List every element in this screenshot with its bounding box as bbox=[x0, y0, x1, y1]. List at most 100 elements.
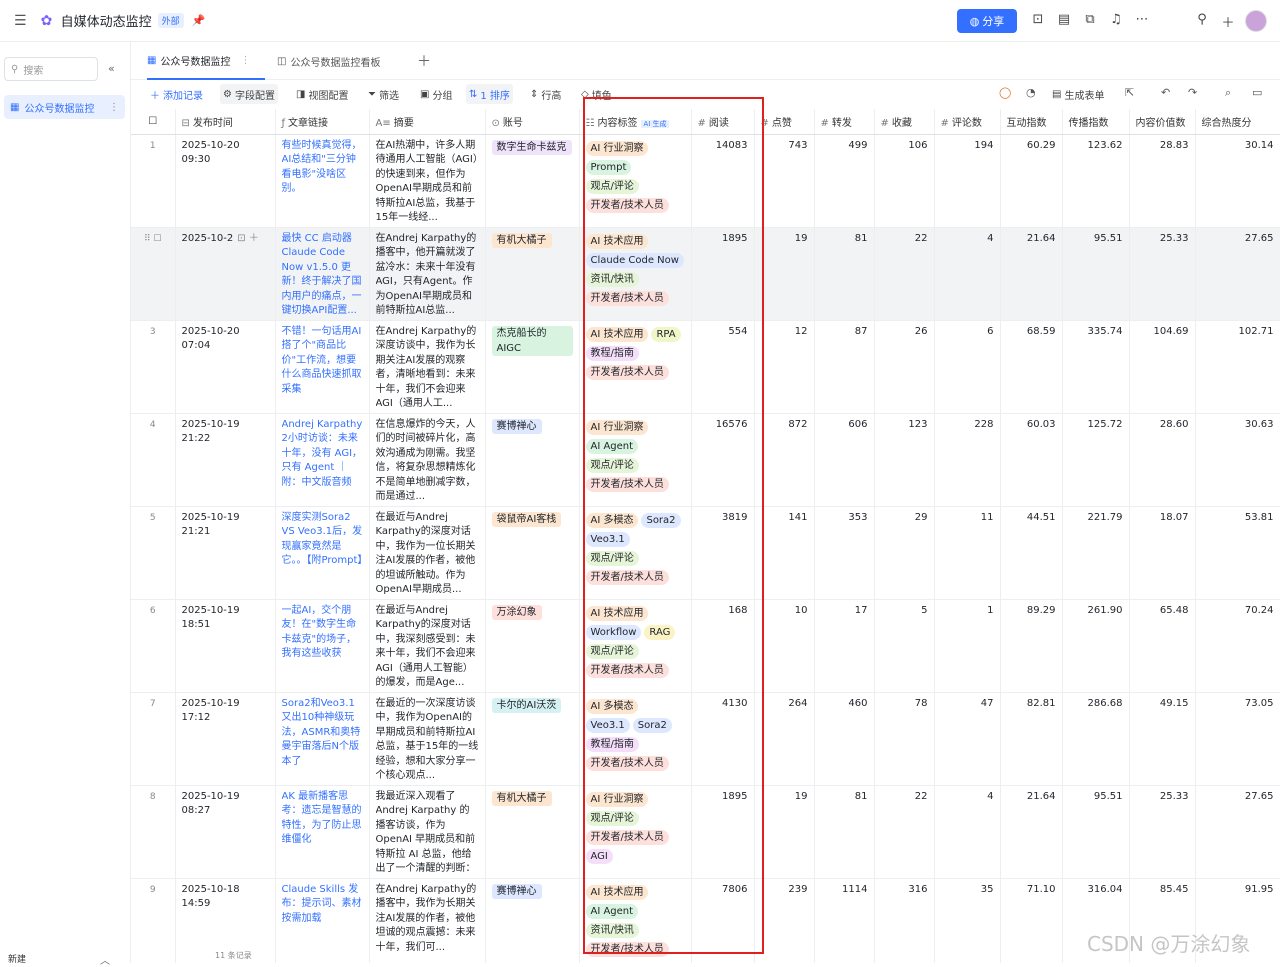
table-row[interactable]: 7 2025-10-19 17:12 Sora2和Veo3.1又出10种神级玩法，A… bbox=[131, 692, 1280, 786]
fav-count[interactable]: 26 bbox=[874, 320, 935, 414]
content-tag[interactable]: AI 多模态 bbox=[585, 512, 639, 528]
content-tag[interactable]: Workflow bbox=[585, 624, 642, 640]
view-config-button[interactable]: ◨ 视图配置 bbox=[293, 84, 351, 104]
content-tag[interactable]: 开发者/技术人员 bbox=[585, 476, 669, 492]
heat-score[interactable]: 27.65 bbox=[1195, 785, 1280, 879]
select-all-checkbox[interactable]: ☐ bbox=[131, 109, 176, 135]
spread-index[interactable]: 286.68 bbox=[1062, 692, 1130, 786]
more-icon[interactable]: ⋮ bbox=[109, 102, 119, 113]
content-tag[interactable]: Claude Code Now bbox=[585, 252, 684, 268]
read-count[interactable]: 1895 bbox=[691, 227, 755, 321]
content-tag[interactable]: 观点/评论 bbox=[585, 643, 639, 659]
col-header-value[interactable]: 内容价值数 bbox=[1129, 109, 1196, 135]
content-tag[interactable]: 资讯/快讯 bbox=[585, 271, 639, 287]
col-header-tags[interactable]: ☷ 内容标签 AI 生成 bbox=[579, 109, 692, 135]
heat-score[interactable]: 53.81 bbox=[1195, 506, 1280, 600]
interact-index[interactable]: 60.29 bbox=[1000, 134, 1063, 228]
content-tag[interactable]: AI Agent bbox=[585, 903, 639, 919]
col-header-heat[interactable]: 综合热度分 bbox=[1195, 109, 1280, 135]
summary-cell[interactable]: 在AI热潮中，许多人期待通用人工智能（AGI）的快速到来，但作为OpenAI早期… bbox=[369, 134, 486, 228]
publish-time[interactable]: 2025-10-20 09:30 bbox=[175, 134, 276, 228]
content-tag[interactable]: AI 行业洞察 bbox=[585, 140, 649, 156]
interact-index[interactable]: 89.29 bbox=[1000, 599, 1063, 693]
heat-score[interactable]: 73.05 bbox=[1195, 692, 1280, 786]
row-height-button[interactable]: ⇕ 行高 bbox=[527, 84, 564, 104]
col-header-link[interactable]: ƒ 文章链接 bbox=[275, 109, 370, 135]
content-tag[interactable]: Sora2 bbox=[641, 512, 681, 528]
chevron-up-icon[interactable]: ︿ bbox=[100, 952, 110, 967]
content-tag[interactable]: AI 行业洞察 bbox=[585, 419, 649, 435]
read-count[interactable]: 3819 bbox=[691, 506, 755, 600]
doc-icon[interactable]: ▤ bbox=[1056, 12, 1072, 31]
like-count[interactable]: 743 bbox=[754, 134, 815, 228]
content-tag[interactable]: 开发者/技术人员 bbox=[585, 364, 669, 380]
like-count[interactable]: 141 bbox=[754, 506, 815, 600]
share-count[interactable]: 17 bbox=[814, 599, 875, 693]
article-link[interactable]: 最快 CC 启动器 Claude Code Now v1.5.0 更新！终于解决… bbox=[275, 227, 370, 321]
content-tag[interactable]: 资讯/快讯 bbox=[585, 922, 639, 938]
value-index[interactable]: 104.69 bbox=[1129, 320, 1196, 414]
account-cell[interactable]: 袋鼠帝AI客栈 bbox=[485, 506, 580, 600]
like-count[interactable]: 19 bbox=[754, 227, 815, 321]
content-tag[interactable]: 开发者/技术人员 bbox=[585, 290, 669, 306]
interact-index[interactable]: 60.03 bbox=[1000, 413, 1063, 507]
fav-count[interactable]: 78 bbox=[874, 692, 935, 786]
heat-score[interactable]: 30.14 bbox=[1195, 134, 1280, 228]
article-link[interactable]: 深度实测Sora2 VS Veo3.1后，发现赢家竟然是它。。【附Prompt】 bbox=[275, 506, 370, 600]
like-count[interactable]: 872 bbox=[754, 413, 815, 507]
share-count[interactable]: 87 bbox=[814, 320, 875, 414]
value-index[interactable]: 28.83 bbox=[1129, 134, 1196, 228]
add-icon[interactable]: ＋ bbox=[1220, 12, 1236, 31]
col-header-share[interactable]: # 转发 bbox=[814, 109, 875, 135]
account-cell[interactable]: 卡尔的AI沃茨 bbox=[485, 692, 580, 786]
summary-cell[interactable]: 在最近的一次深度访谈中，我作为OpenAI的早期成员和前特斯拉AI总监，基于15… bbox=[369, 692, 486, 786]
content-tag[interactable]: 开发者/技术人员 bbox=[585, 569, 669, 585]
read-count[interactable]: 4130 bbox=[691, 692, 755, 786]
comment-count[interactable]: 6 bbox=[934, 320, 1001, 414]
tags-cell[interactable]: AI 多模态 Sora2 Veo3.1 观点/评论开发者/技术人员 bbox=[579, 506, 692, 600]
value-index[interactable]: 25.33 bbox=[1129, 785, 1196, 879]
col-header-comment[interactable]: # 评论数 bbox=[934, 109, 1001, 135]
col-header-like[interactable]: # 点赞 bbox=[754, 109, 815, 135]
account-cell[interactable]: 万涂幻象 bbox=[485, 599, 580, 693]
summary-cell[interactable]: 在信息爆炸的今天，人们的时间被碎片化，高效沟通成为刚需。我坚信，将复杂思想精炼化… bbox=[369, 413, 486, 507]
content-tag[interactable]: 观点/评论 bbox=[585, 457, 639, 473]
col-header-fav[interactable]: # 收藏 bbox=[874, 109, 935, 135]
spread-index[interactable]: 95.51 bbox=[1062, 227, 1130, 321]
read-count[interactable]: 14083 bbox=[691, 134, 755, 228]
content-tag[interactable]: AI 技术应用 bbox=[585, 233, 649, 249]
content-tag[interactable]: Veo3.1 bbox=[585, 531, 630, 547]
table-row[interactable]: 3 2025-10-20 07:04 不错！一句话用AI搭了个"商品比价"工作流，想… bbox=[131, 320, 1280, 414]
value-index[interactable]: 28.60 bbox=[1129, 413, 1196, 507]
col-header-summary[interactable]: A≡ 摘要 bbox=[369, 109, 486, 135]
content-tag[interactable]: 观点/评论 bbox=[585, 550, 639, 566]
summary-cell[interactable]: 在最近与Andrej Karpathy的深度对话中，我深刻感受到：未来十年，我们… bbox=[369, 599, 486, 693]
content-tag[interactable]: 开发者/技术人员 bbox=[585, 829, 669, 845]
publish-time[interactable]: 2025-10-19 21:21 bbox=[175, 506, 276, 600]
spread-index[interactable]: 95.51 bbox=[1062, 785, 1130, 879]
heat-score[interactable]: 102.71 bbox=[1195, 320, 1280, 414]
interact-index[interactable]: 44.51 bbox=[1000, 506, 1063, 600]
interact-index[interactable]: 21.64 bbox=[1000, 227, 1063, 321]
redo-icon[interactable]: ↷ bbox=[1188, 86, 1197, 99]
heat-score[interactable]: 30.63 bbox=[1195, 413, 1280, 507]
add-record-button[interactable]: ＋添加记录 bbox=[147, 84, 206, 104]
tab-table-view[interactable]: ▦ 公众号数据监控 ⋮ bbox=[147, 42, 265, 80]
heat-score[interactable]: 70.24 bbox=[1195, 599, 1280, 693]
sidebar-search[interactable]: ⚲ 搜索 bbox=[4, 57, 98, 81]
interact-index[interactable]: 71.10 bbox=[1000, 878, 1063, 963]
content-tag[interactable]: 观点/评论 bbox=[585, 178, 639, 194]
interact-index[interactable]: 21.64 bbox=[1000, 785, 1063, 879]
field-config-button[interactable]: ⚙ 字段配置 bbox=[220, 84, 278, 104]
publish-time[interactable]: 2025-10-19 21:22 bbox=[175, 413, 276, 507]
undo-icon[interactable]: ↶ bbox=[1161, 86, 1170, 99]
account-cell[interactable]: 有机大橘子 bbox=[485, 785, 580, 879]
tags-cell[interactable]: AI 行业洞察观点/评论开发者/技术人员 AGI bbox=[579, 785, 692, 879]
fav-count[interactable]: 5 bbox=[874, 599, 935, 693]
account-cell[interactable]: 数字生命卡兹克 bbox=[485, 134, 580, 228]
comment-count[interactable]: 11 bbox=[934, 506, 1001, 600]
comment-count[interactable]: 47 bbox=[934, 692, 1001, 786]
like-count[interactable]: 19 bbox=[754, 785, 815, 879]
publish-time[interactable]: 2025-10-2 ⊡ ＋ bbox=[175, 227, 276, 321]
content-tag[interactable]: Prompt bbox=[585, 159, 632, 175]
